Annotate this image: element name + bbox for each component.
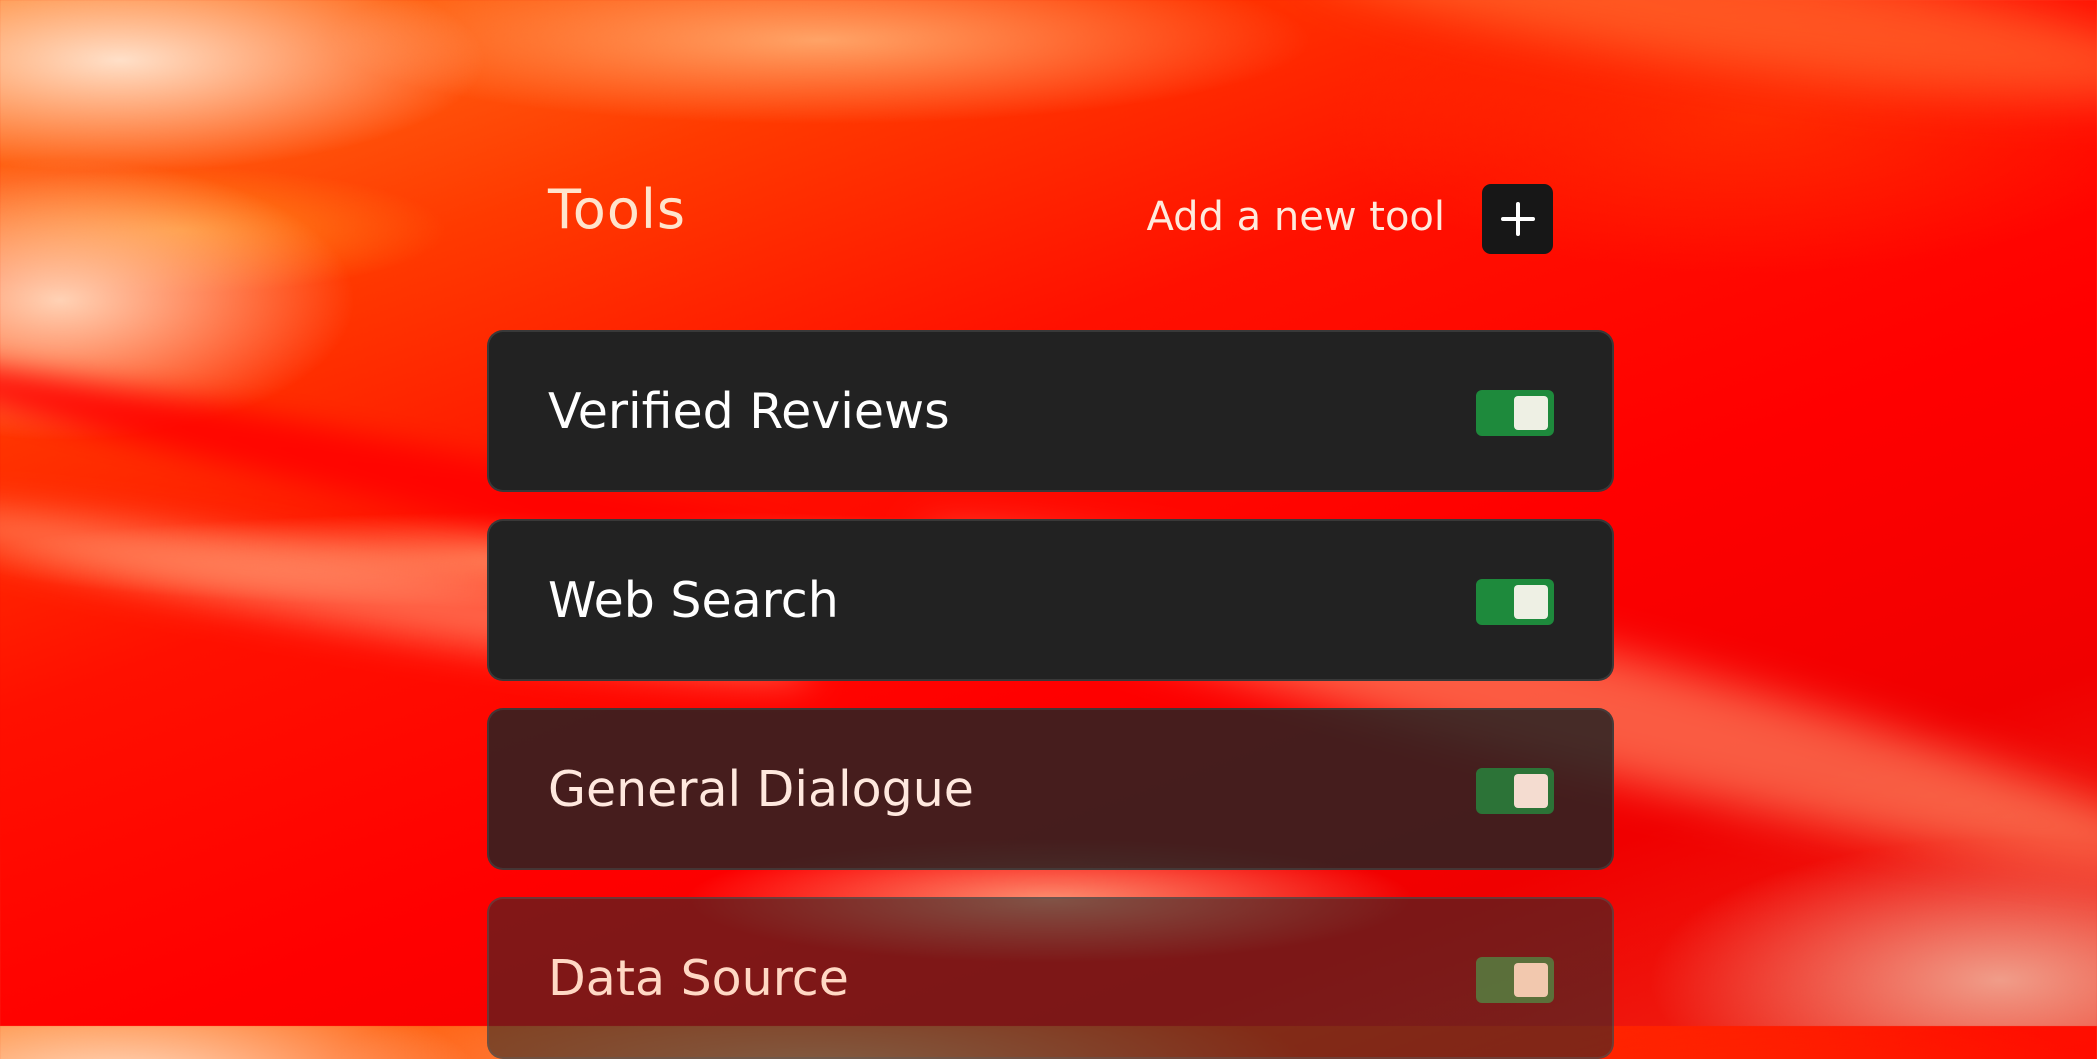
tool-label: Data Source (548, 950, 849, 1007)
tool-label: Web Search (548, 572, 839, 629)
tool-label: General Dialogue (548, 761, 974, 818)
add-tool-button[interactable] (1482, 184, 1553, 254)
tool-card-general-dialogue[interactable]: General Dialogue (487, 708, 1614, 870)
tool-toggle[interactable] (1476, 579, 1554, 625)
tool-card-web-search[interactable]: Web Search (487, 519, 1614, 681)
tool-card-data-source[interactable]: Data Source (487, 897, 1614, 1059)
tool-toggle[interactable] (1476, 957, 1554, 1003)
tool-label: Verified Reviews (548, 383, 950, 440)
tools-header: Tools Add a new tool (487, 140, 1614, 260)
toggle-knob (1514, 774, 1548, 808)
add-tool-label[interactable]: Add a new tool (1146, 192, 1445, 242)
background-streak (1296, 0, 2097, 133)
tool-card-verified-reviews[interactable]: Verified Reviews (487, 330, 1614, 492)
toggle-knob (1514, 396, 1548, 430)
page-title: Tools (548, 178, 687, 241)
tool-toggle[interactable] (1476, 390, 1554, 436)
toggle-knob (1514, 585, 1548, 619)
toggle-knob (1514, 963, 1548, 997)
tool-toggle[interactable] (1476, 768, 1554, 814)
plus-icon (1500, 202, 1535, 236)
